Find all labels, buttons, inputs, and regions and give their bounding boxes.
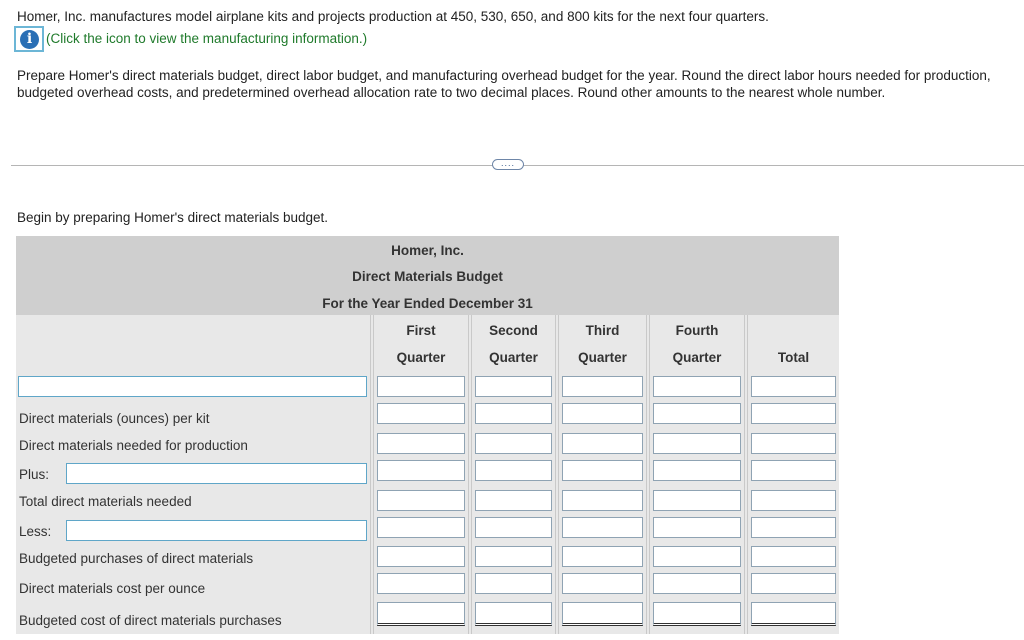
- cell-budgeted-purchases-q4[interactable]: [653, 546, 741, 567]
- row-label-budgeted-cost: Budgeted cost of direct materials purcha…: [19, 613, 282, 628]
- col-header-q3-top: Third: [585, 323, 620, 338]
- row-label-cost-per-ounce: Direct materials cost per ounce: [19, 581, 206, 596]
- row-label-plus: Plus:: [19, 467, 50, 482]
- cell-cost-per-ounce-total[interactable]: [751, 573, 836, 594]
- cell-budgeted-purchases-q1[interactable]: [377, 546, 465, 567]
- cell-dm-per-kit-q1[interactable]: [377, 403, 465, 424]
- cell-dm-per-kit-q2[interactable]: [475, 403, 552, 424]
- column-divider: [555, 315, 556, 634]
- cell-dm-needed-q2[interactable]: [475, 433, 552, 454]
- cell-budgeted-cost-q2[interactable]: [475, 602, 552, 626]
- cell-less-q4[interactable]: [653, 517, 741, 538]
- row-label-budgeted-purchases: Budgeted purchases of direct materials: [19, 551, 254, 566]
- cell-less-q2[interactable]: [475, 517, 552, 538]
- cell-budgeted-cost-q3[interactable]: [562, 602, 643, 626]
- cell-plus-total[interactable]: [751, 460, 836, 481]
- first-row-label-input[interactable]: [18, 376, 367, 397]
- col-header-q1-bottom: Quarter: [396, 350, 446, 365]
- less-item-input[interactable]: [66, 520, 367, 541]
- budget-title: Direct Materials Budget: [352, 269, 503, 284]
- cell-total-needed-q1[interactable]: [377, 490, 465, 511]
- instructions-text: Prepare Homer's direct materials budget,…: [17, 68, 991, 100]
- info-button[interactable]: i: [14, 26, 44, 52]
- info-link[interactable]: (Click the icon to view the manufacturin…: [46, 31, 367, 46]
- cell-row-0-q4[interactable]: [653, 376, 741, 397]
- cell-budgeted-purchases-q3[interactable]: [562, 546, 643, 567]
- cell-cost-per-ounce-q2[interactable]: [475, 573, 552, 594]
- cell-total-needed-q3[interactable]: [562, 490, 643, 511]
- cell-row-0-total[interactable]: [751, 376, 836, 397]
- cell-cost-per-ounce-q1[interactable]: [377, 573, 465, 594]
- cell-dm-needed-q3[interactable]: [562, 433, 643, 454]
- col-header-total: Total: [777, 350, 810, 365]
- col-header-q4-bottom: Quarter: [672, 350, 722, 365]
- cell-dm-needed-q1[interactable]: [377, 433, 465, 454]
- cell-less-total[interactable]: [751, 517, 836, 538]
- cell-dm-per-kit-q3[interactable]: [562, 403, 643, 424]
- expand-more-button[interactable]: ....: [492, 159, 524, 170]
- cell-dm-per-kit-q4[interactable]: [653, 403, 741, 424]
- cell-dm-needed-total[interactable]: [751, 433, 836, 454]
- cell-budgeted-cost-q1[interactable]: [377, 602, 465, 626]
- cell-budgeted-purchases-total[interactable]: [751, 546, 836, 567]
- cell-budgeted-cost-q4[interactable]: [653, 602, 741, 626]
- col-header-q2-top: Second: [489, 323, 538, 338]
- column-divider: [646, 315, 647, 634]
- cell-total-needed-total[interactable]: [751, 490, 836, 511]
- column-divider: [744, 315, 745, 634]
- company-name: Homer, Inc.: [391, 243, 464, 258]
- cell-budgeted-purchases-q2[interactable]: [475, 546, 552, 567]
- cell-row-0-q1[interactable]: [377, 376, 465, 397]
- cell-plus-q3[interactable]: [562, 460, 643, 481]
- cell-plus-q2[interactable]: [475, 460, 552, 481]
- cell-less-q1[interactable]: [377, 517, 465, 538]
- cell-total-needed-q4[interactable]: [653, 490, 741, 511]
- row-label-less: Less:: [19, 524, 52, 539]
- row-label-dm-per-kit: Direct materials (ounces) per kit: [19, 411, 210, 426]
- begin-prompt: Begin by preparing Homer's direct materi…: [17, 210, 328, 225]
- column-divider: [468, 315, 469, 634]
- cell-budgeted-cost-total[interactable]: [751, 602, 836, 626]
- plus-item-input[interactable]: [66, 463, 367, 484]
- cell-dm-needed-q4[interactable]: [653, 433, 741, 454]
- col-header-q2-bottom: Quarter: [489, 350, 538, 365]
- col-header-q3-bottom: Quarter: [578, 350, 627, 365]
- cell-less-q3[interactable]: [562, 517, 643, 538]
- cell-row-0-q2[interactable]: [475, 376, 552, 397]
- col-header-q1-top: First: [406, 323, 436, 338]
- col-header-q4-top: Fourth: [675, 323, 719, 338]
- budget-period: For the Year Ended December 31: [322, 296, 533, 311]
- cell-cost-per-ounce-q4[interactable]: [653, 573, 741, 594]
- problem-intro: Homer, Inc. manufactures model airplane …: [17, 9, 769, 24]
- row-label-total-needed: Total direct materials needed: [19, 494, 192, 509]
- cell-total-needed-q2[interactable]: [475, 490, 552, 511]
- cell-plus-q4[interactable]: [653, 460, 741, 481]
- cell-cost-per-ounce-q3[interactable]: [562, 573, 643, 594]
- cell-dm-per-kit-total[interactable]: [751, 403, 836, 424]
- info-icon: i: [20, 30, 39, 49]
- row-label-dm-needed: Direct materials needed for production: [19, 438, 248, 453]
- cell-plus-q1[interactable]: [377, 460, 465, 481]
- column-divider: [370, 315, 371, 634]
- cell-row-0-q3[interactable]: [562, 376, 643, 397]
